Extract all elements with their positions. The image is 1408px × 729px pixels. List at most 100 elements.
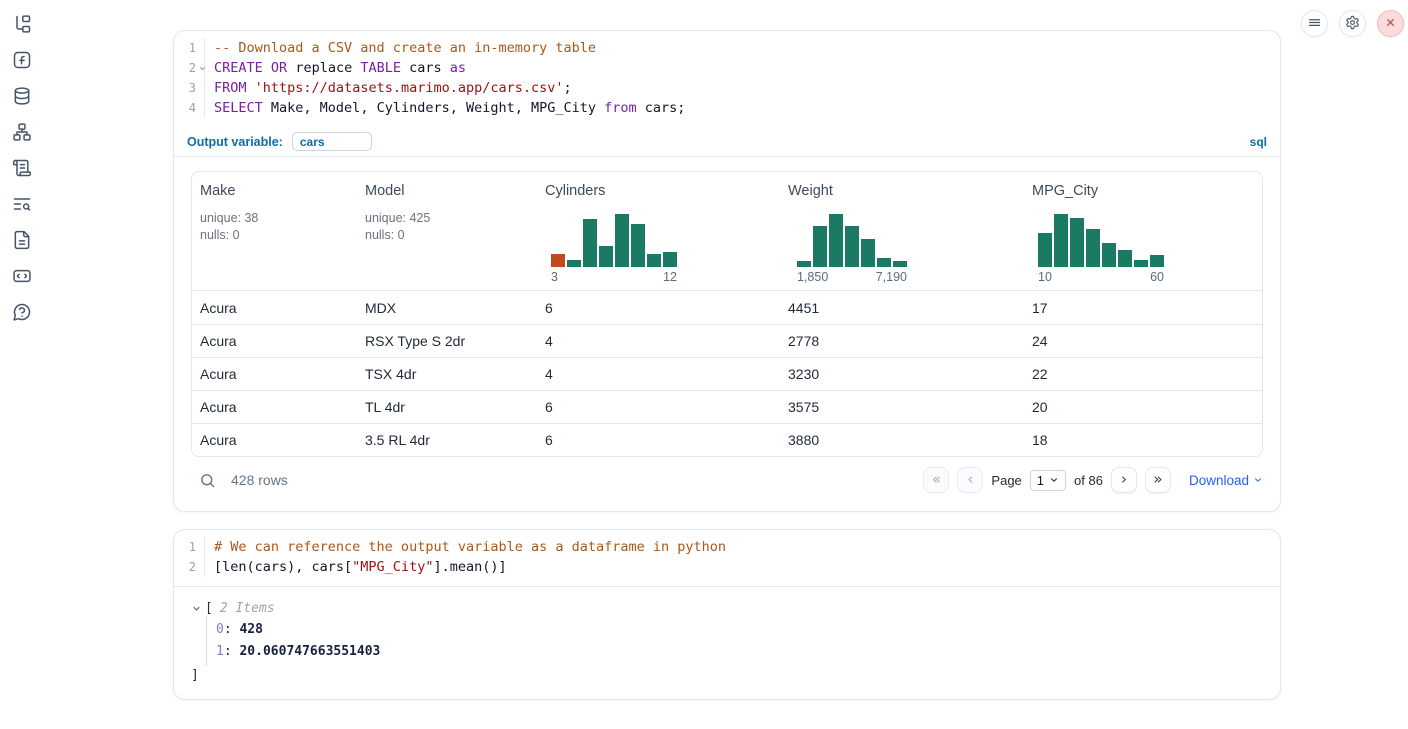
table-footer: 428 rows « ‹ Page 1 of 86 › » Download [191, 457, 1263, 503]
fold-chevron-icon[interactable] [198, 64, 207, 73]
logs-search-icon[interactable] [12, 194, 32, 214]
table-cell: MDX [357, 300, 537, 316]
download-button[interactable]: Download [1189, 473, 1263, 488]
table-column-header[interactable]: Cylinders312 [537, 172, 780, 290]
code-line[interactable]: 2CREATE OR replace TABLE cars as [174, 58, 1280, 78]
column-name: Cylinders [545, 183, 772, 199]
python-code-editor[interactable]: 1# We can reference the output variable … [174, 530, 1280, 586]
dependency-graph-icon[interactable] [12, 122, 32, 142]
sql-code-editor[interactable]: 1-- Download a CSV and create an in-memo… [174, 31, 1280, 127]
histogram-bar[interactable] [631, 224, 645, 267]
tree-entry: 1: 20.060747663551403 [207, 641, 1263, 663]
table-cell: 6 [537, 432, 780, 448]
column-stats: unique: 425nulls: 0 [365, 210, 529, 244]
settings-button[interactable] [1339, 10, 1366, 37]
histogram-bar[interactable] [813, 226, 827, 267]
line-number: 2 [174, 58, 204, 78]
table-cell: TL 4dr [357, 399, 537, 415]
code-line[interactable]: 1# We can reference the output variable … [174, 537, 1280, 557]
line-number: 4 [174, 98, 204, 118]
histogram-bar[interactable] [583, 219, 597, 267]
chevron-down-icon [1049, 475, 1059, 485]
next-page-button[interactable]: › [1111, 467, 1137, 493]
close-icon [1383, 15, 1398, 33]
histogram-bar[interactable] [877, 258, 891, 267]
histogram-bar[interactable] [1118, 250, 1132, 267]
table-row: AcuraTL 4dr6357520 [192, 390, 1262, 423]
table-column-header[interactable]: Weight1,8507,190 [780, 172, 1024, 290]
column-name: Model [365, 183, 529, 199]
menu-button[interactable] [1301, 10, 1328, 37]
scratchpad-scroll-icon[interactable] [12, 158, 32, 178]
data-table: Make unique: 38nulls: 0 Model unique: 425nu… [191, 171, 1263, 457]
menu-icon [1307, 15, 1322, 33]
histogram-bar[interactable] [615, 214, 629, 267]
column-name: Make [200, 183, 349, 199]
page-select[interactable]: 1 [1030, 470, 1066, 491]
last-page-button[interactable]: » [1145, 467, 1171, 493]
tree-entries: 0: 4281: 20.060747663551403 [206, 616, 1263, 666]
histogram-bar[interactable] [551, 254, 565, 267]
column-name: MPG_City [1032, 183, 1254, 199]
table-row: AcuraRSX Type S 2dr4277824 [192, 324, 1262, 357]
histogram-bar[interactable] [1086, 229, 1100, 267]
histogram-bar[interactable] [893, 261, 907, 267]
table-cell: Acura [192, 333, 357, 349]
tree-entry-key: 1 [216, 644, 224, 659]
histogram-bar[interactable] [1070, 218, 1084, 267]
histogram-bar[interactable] [1150, 255, 1164, 267]
code-line[interactable]: 1-- Download a CSV and create an in-memo… [174, 38, 1280, 58]
table-row: Acura3.5 RL 4dr6388018 [192, 423, 1262, 456]
code-line[interactable]: 3FROM 'https://datasets.marimo.app/cars.… [174, 78, 1280, 98]
column-stats: unique: 38nulls: 0 [200, 210, 349, 244]
hist-min-label: 1,850 [797, 270, 828, 284]
histogram-bar[interactable] [845, 226, 859, 267]
histogram-bar[interactable] [1134, 260, 1148, 267]
hist-max-label: 7,190 [876, 270, 907, 284]
table-column-header[interactable]: Make unique: 38nulls: 0 [192, 172, 357, 290]
code-line[interactable]: 4SELECT Make, Model, Cylinders, Weight, … [174, 98, 1280, 118]
histogram-bar[interactable] [663, 252, 677, 267]
table-cell: 18 [1024, 432, 1262, 448]
code-line[interactable]: 2[len(cars), cars["MPG_City"].mean()] [174, 557, 1280, 577]
tree-entry-value: 428 [239, 622, 262, 637]
histogram-bar[interactable] [599, 246, 613, 267]
histogram-bar[interactable] [797, 261, 811, 267]
prev-page-button[interactable]: ‹ [957, 467, 983, 493]
output-variable-bar: Output variable: sql [174, 127, 1280, 157]
table-cell: 3230 [780, 366, 1024, 382]
histogram-bar[interactable] [647, 254, 661, 267]
variables-function-icon[interactable] [12, 50, 32, 70]
histogram-bar[interactable] [1038, 233, 1052, 267]
histogram-bar[interactable] [829, 214, 843, 267]
page-total-label: of 86 [1074, 473, 1103, 488]
help-icon[interactable] [12, 302, 32, 322]
column-histogram: 1,850 7,190 [797, 214, 907, 284]
search-icon[interactable] [199, 472, 216, 489]
histogram-bar[interactable] [861, 239, 875, 267]
table-row: AcuraTSX 4dr4323022 [192, 357, 1262, 390]
table-column-header[interactable]: Model unique: 425nulls: 0 [357, 172, 537, 290]
snippets-code-icon[interactable] [12, 266, 32, 286]
histogram-bar[interactable] [1054, 214, 1068, 267]
documentation-file-icon[interactable] [12, 230, 32, 250]
histogram-bar[interactable] [1102, 243, 1116, 267]
collapse-chevron-icon[interactable] [191, 603, 202, 614]
histogram-bar[interactable] [567, 260, 581, 267]
tree-entry-value: 20.060747663551403 [239, 644, 380, 659]
file-tree-icon[interactable] [12, 14, 32, 34]
table-header: Make unique: 38nulls: 0 Model unique: 425nu… [192, 172, 1262, 291]
hist-max-label: 12 [663, 270, 677, 284]
close-button[interactable] [1377, 10, 1404, 37]
first-page-button[interactable]: « [923, 467, 949, 493]
chevron-down-icon [1253, 475, 1263, 485]
table-cell: 2778 [780, 333, 1024, 349]
page-label: Page [991, 473, 1021, 488]
table-cell: RSX Type S 2dr [357, 333, 537, 349]
python-cell: 1# We can reference the output variable … [173, 529, 1281, 700]
line-number: 2 [174, 557, 204, 577]
table-column-header[interactable]: MPG_City1060 [1024, 172, 1262, 290]
table-cell: 4 [537, 333, 780, 349]
database-icon[interactable] [12, 86, 32, 106]
output-variable-input[interactable] [292, 132, 372, 151]
